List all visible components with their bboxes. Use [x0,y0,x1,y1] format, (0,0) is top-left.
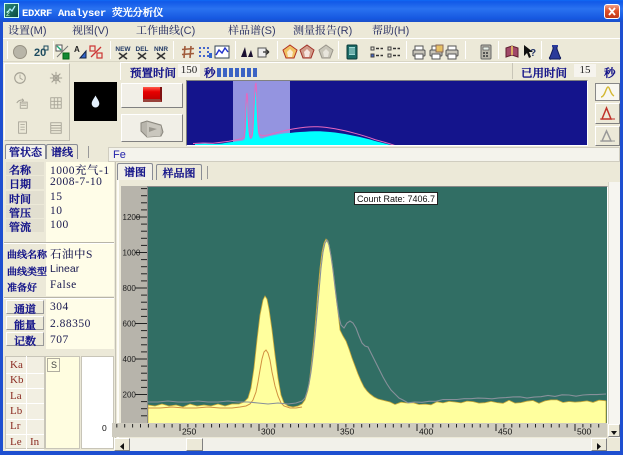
svg-text:1200: 1200 [123,213,141,222]
svg-text:450: 450 [498,427,512,437]
svg-text:NEW: NEW [115,46,131,53]
svg-text:500: 500 [577,427,591,437]
svg-text:400: 400 [419,427,433,437]
svg-text:600: 600 [123,320,137,329]
svg-text:1000: 1000 [123,249,141,258]
svg-text:?: ? [530,48,536,59]
svg-text:250: 250 [182,427,196,437]
svg-text:200: 200 [123,391,137,400]
svg-text:300: 300 [261,427,275,437]
svg-text:800: 800 [123,284,137,293]
svg-text:400: 400 [123,355,137,364]
svg-text:DEL: DEL [136,46,149,53]
svg-text:NNR: NNR [154,46,168,53]
svg-text:A: A [74,45,80,54]
svg-text:2: 2 [6,11,10,17]
svg-text:350: 350 [340,427,354,437]
